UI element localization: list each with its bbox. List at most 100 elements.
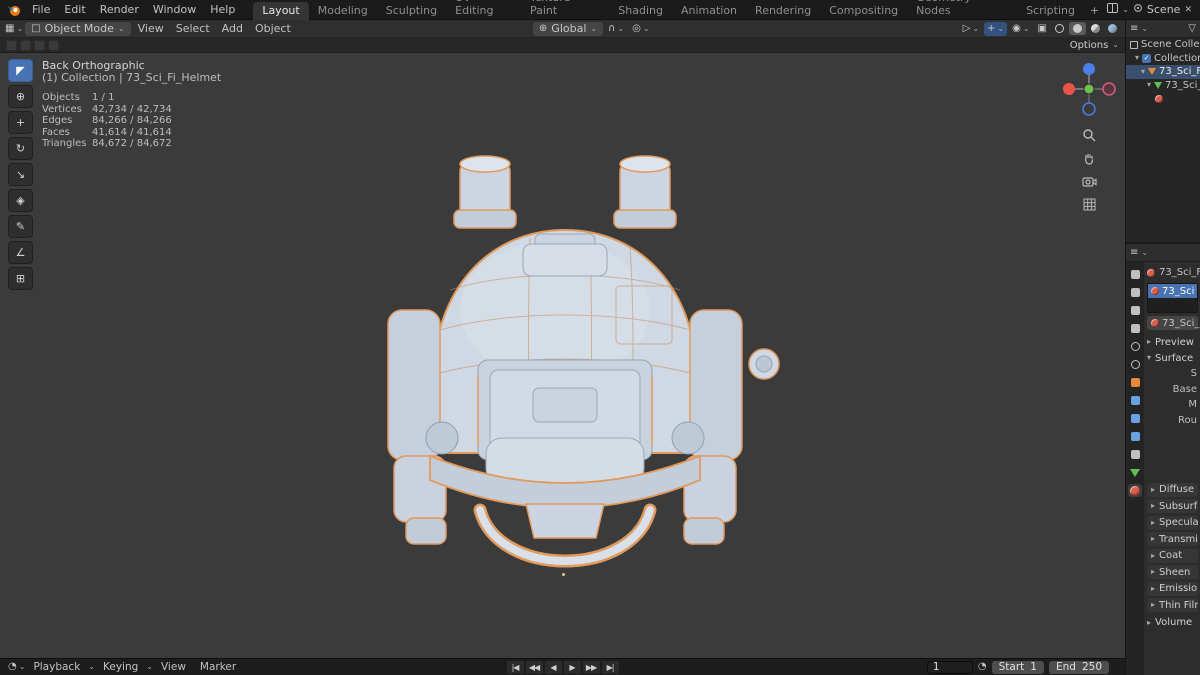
tool-rotate[interactable]: ↻ (8, 137, 33, 160)
tab-object[interactable] (1128, 376, 1142, 389)
workspace-tab-texture-paint[interactable]: Texture Paint (521, 0, 609, 20)
tab-render[interactable] (1128, 286, 1142, 299)
outliner-row-collection[interactable]: ▾ ✓ Collection (1126, 52, 1200, 66)
tool-select-box[interactable]: ◤ (8, 59, 33, 82)
viewport-3d[interactable]: ◤ ⊕ + ↻ ↘ ◈ ✎ ∠ ⊞ Back Orthographic (1) … (0, 53, 1125, 658)
tab-output[interactable] (1128, 304, 1142, 317)
workspace-tab-shading[interactable]: Shading (609, 2, 672, 20)
workspace-tab-compositing[interactable]: Compositing (820, 2, 907, 20)
scene-selector[interactable]: Scene ✕ (1133, 3, 1192, 16)
outliner-editor-icon[interactable]: ≡ (1130, 23, 1138, 34)
chevron-down-icon[interactable]: ⌄ (1141, 248, 1148, 257)
show-overlays-toggle[interactable]: ◉ ⌄ (1009, 22, 1032, 36)
subsection-emission[interactable]: ▸Emission (1147, 581, 1198, 596)
properties-editor-icon[interactable]: ≡ (1130, 247, 1138, 258)
tab-particles[interactable] (1128, 412, 1142, 425)
outliner-row-helmet-mesh-data[interactable]: ▾ 73_Sci_Fi_Helmet (1126, 79, 1200, 93)
orthographic-grid-icon[interactable] (1081, 196, 1097, 212)
chevron-down-icon[interactable]: ⌄ (1141, 24, 1148, 33)
section-volume[interactable]: ▸ Volume (1147, 615, 1200, 631)
outliner-row-material[interactable] (1126, 92, 1200, 106)
tool-add-cube[interactable]: ⊞ (8, 267, 33, 290)
active-tool-icon[interactable] (6, 39, 17, 51)
subsection-sheen[interactable]: ▸ Sheen (1147, 565, 1198, 579)
menu-window[interactable]: Window (147, 3, 202, 16)
shading-solid-button[interactable] (1069, 22, 1086, 35)
prev-keyframe-button[interactable]: ◀◀ (525, 660, 543, 674)
collection-checkbox[interactable]: ✓ (1142, 53, 1152, 63)
tool-measure[interactable]: ∠ (8, 241, 33, 264)
menu-help[interactable]: Help (204, 3, 241, 16)
tool-scale[interactable]: ↘ (8, 163, 33, 186)
proportional-editing-toggle[interactable]: ◎ ⌄ (629, 22, 652, 36)
jump-to-start-button[interactable]: |◀ (506, 660, 524, 674)
outliner-row-helmet-object[interactable]: ▾ 73_Sci_Fi_Helmet (1126, 65, 1200, 79)
tab-view-layer[interactable] (1128, 322, 1142, 335)
tool-move[interactable]: + (8, 111, 33, 134)
shading-rendered-button[interactable] (1105, 22, 1120, 36)
disclosure-icon[interactable]: ▾ (1147, 81, 1151, 89)
play-button[interactable]: ▶ (563, 660, 581, 674)
menu-object[interactable]: Object (250, 22, 296, 35)
snap-toggle[interactable]: ∩ ⌄ (605, 22, 627, 36)
subsection-subsurface[interactable]: ▸Subsurfa (1147, 499, 1198, 513)
tab-constraints[interactable] (1128, 448, 1142, 461)
workspace-tab-modeling[interactable]: Modeling (309, 2, 377, 20)
workspace-tab-rendering[interactable]: Rendering (746, 2, 820, 20)
material-slot-list[interactable]: 73_Sci (1147, 283, 1198, 313)
subsection-coat[interactable]: ▸ Coat (1147, 548, 1198, 563)
material-name-field[interactable]: 73_Sci_ (1147, 316, 1199, 330)
tool-setting-icon[interactable] (20, 39, 31, 51)
tool-setting-icon[interactable] (48, 39, 59, 51)
transform-orientation-dropdown[interactable]: ⊕ Global ⌄ (532, 21, 604, 36)
tab-scene[interactable] (1128, 340, 1142, 353)
add-workspace-button[interactable]: + (1084, 2, 1105, 20)
selectability-dropdown[interactable]: ▷ ⌄ (960, 22, 982, 36)
menu-marker[interactable]: Marker (194, 661, 242, 673)
menu-file[interactable]: File (26, 3, 56, 16)
tab-material[interactable] (1128, 484, 1142, 497)
next-keyframe-button[interactable]: ▶▶ (582, 660, 600, 674)
workspace-tab-geometry-nodes[interactable]: Geometry Nodes (907, 0, 1017, 20)
zoom-icon[interactable] (1081, 127, 1097, 143)
menu-select[interactable]: Select (171, 22, 215, 35)
menu-keying[interactable]: Keying (97, 661, 144, 673)
disclosure-icon[interactable]: ▾ (1141, 67, 1145, 76)
subsection-thin-film[interactable]: ▸Thin Film (1147, 598, 1198, 612)
subsection-transmission[interactable]: ▸Transmis (1147, 532, 1198, 546)
tab-world[interactable] (1128, 358, 1142, 371)
editor-type-icon[interactable]: ▦ (5, 23, 14, 34)
tool-annotate[interactable]: ✎ (8, 215, 33, 238)
view-axis-gizmo[interactable] (1061, 61, 1117, 120)
section-surface[interactable]: ▾ Surface (1147, 350, 1200, 366)
workspace-tab-layout[interactable]: Layout (253, 1, 309, 20)
menu-add[interactable]: Add (217, 22, 248, 35)
subsection-specular[interactable]: ▸Specular (1147, 515, 1198, 530)
workspace-tab-scripting[interactable]: Scripting (1017, 2, 1084, 20)
tool-cursor[interactable]: ⊕ (8, 85, 33, 108)
filter-funnel-icon[interactable]: ▽ (1188, 23, 1196, 34)
tool-setting-icon[interactable] (34, 39, 45, 51)
frame-start-field[interactable]: Start 1 (991, 660, 1044, 674)
frame-end-field[interactable]: End 250 (1048, 660, 1109, 674)
menu-timeline-view[interactable]: View (155, 661, 192, 673)
tab-object-data[interactable] (1128, 466, 1142, 479)
workspace-tab-sculpting[interactable]: Sculpting (377, 2, 446, 20)
chevron-down-icon[interactable]: ⌄ (19, 663, 26, 671)
show-gizmo-toggle[interactable]: + ⌄ (984, 21, 1008, 36)
auto-keying-clock-icon[interactable]: ◔ (978, 662, 987, 672)
section-preview[interactable]: ▸ Preview (1147, 334, 1200, 350)
screen-layout-icon[interactable] (1107, 3, 1119, 16)
current-frame-field[interactable]: 1 (926, 660, 973, 674)
helmet-model[interactable] (330, 138, 800, 583)
outliner-row-scene-collection[interactable]: Scene Collection (1126, 38, 1200, 52)
disclosure-icon[interactable]: ▾ (1135, 54, 1139, 62)
tab-tool[interactable] (1128, 268, 1142, 281)
play-reverse-button[interactable]: ◀ (544, 660, 562, 674)
shading-wireframe-button[interactable] (1052, 22, 1067, 36)
tab-physics[interactable] (1128, 430, 1142, 443)
mode-dropdown[interactable]: □ Object Mode ⌄ (25, 21, 131, 36)
chevron-down-icon[interactable]: ⌄ (16, 24, 23, 33)
camera-view-icon[interactable] (1081, 173, 1097, 189)
menu-playback[interactable]: Playback (27, 661, 86, 673)
